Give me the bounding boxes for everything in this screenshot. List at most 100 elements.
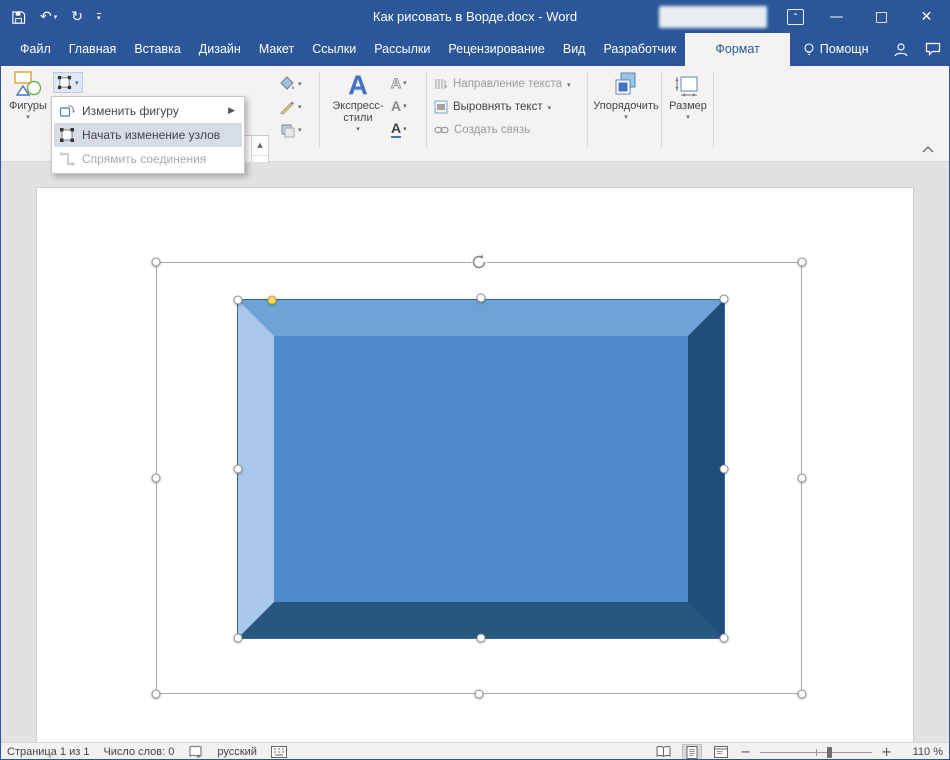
align-text-button[interactable]: Выровнять текст ▾ bbox=[434, 97, 551, 117]
tab-format[interactable]: Формат bbox=[685, 33, 790, 66]
document-area bbox=[1, 162, 949, 742]
tab-review[interactable]: Рецензирование bbox=[439, 33, 554, 66]
account-icon[interactable] bbox=[893, 42, 909, 58]
dropdown-arrow-icon: ▾ bbox=[567, 80, 571, 89]
rotate-handle-icon[interactable] bbox=[470, 253, 488, 271]
customize-qat-icon: ▾ bbox=[96, 13, 101, 22]
dropdown-arrow-icon: ▾ bbox=[298, 126, 302, 134]
zoom-slider[interactable] bbox=[760, 746, 873, 759]
tab-references[interactable]: Ссылки bbox=[303, 33, 365, 66]
text-outline-button[interactable]: А ▾ bbox=[391, 95, 407, 116]
zoom-slider-midpoint bbox=[816, 748, 818, 756]
shape-handle-n[interactable] bbox=[476, 293, 486, 303]
tab-design[interactable]: Дизайн bbox=[190, 33, 250, 66]
collapse-ribbon-button[interactable] bbox=[921, 144, 935, 154]
page-indicator[interactable]: Страница 1 из 1 bbox=[7, 746, 89, 758]
keyboard-icon bbox=[270, 746, 287, 758]
web-layout-button[interactable] bbox=[711, 744, 731, 760]
undo-button[interactable]: ↶ ▾ bbox=[40, 9, 57, 25]
text-effects-button[interactable]: А ▾ bbox=[391, 118, 407, 139]
create-link-label: Создать связь bbox=[454, 124, 531, 136]
tell-me-box[interactable]: Помощн bbox=[794, 33, 878, 66]
redo-button[interactable]: ↻ bbox=[71, 9, 83, 25]
shape-effects-icon bbox=[281, 124, 295, 137]
shape-fill-button[interactable]: ▾ bbox=[279, 73, 302, 94]
menu-item-change-shape[interactable]: Изменить фигуру ▶ bbox=[54, 99, 242, 123]
selection-handle-sw[interactable] bbox=[151, 689, 161, 699]
tab-file[interactable]: Файл bbox=[11, 33, 60, 66]
selection-handle-nw[interactable] bbox=[151, 257, 161, 267]
print-layout-button[interactable] bbox=[682, 743, 703, 759]
customize-qat-button[interactable]: ▾ bbox=[96, 13, 101, 22]
group-separator bbox=[713, 72, 714, 148]
align-text-icon bbox=[434, 100, 448, 114]
text-direction-button[interactable]: Направление текста ▾ bbox=[434, 74, 571, 94]
keyboard-indicator[interactable] bbox=[270, 746, 287, 758]
wordart-letter-icon: А bbox=[348, 70, 368, 100]
titlebar: ↶ ▾ ↻ ▾ Как рисовать в Ворде.docx - Word … bbox=[1, 1, 949, 33]
window-title: Как рисовать в Ворде.docx - Word bbox=[372, 9, 578, 24]
shape-adjust-handle[interactable] bbox=[267, 295, 277, 305]
create-link-button[interactable]: Создать связь bbox=[434, 120, 530, 140]
word-count[interactable]: Число слов: 0 bbox=[103, 746, 174, 758]
text-effects-icon: А bbox=[391, 119, 402, 138]
shape-handle-ne[interactable] bbox=[719, 294, 729, 304]
zoom-out-button[interactable]: − bbox=[740, 745, 751, 760]
menu-item-label: Изменить фигуру bbox=[82, 104, 179, 118]
tabrow-right-icons bbox=[893, 33, 941, 66]
tab-layout[interactable]: Макет bbox=[250, 33, 303, 66]
language-indicator[interactable]: русский bbox=[217, 746, 256, 758]
menu-item-label: Спрямить соединения bbox=[82, 152, 207, 166]
selection-handle-ne[interactable] bbox=[797, 257, 807, 267]
tab-insert[interactable]: Вставка bbox=[125, 33, 189, 66]
proofing-status[interactable] bbox=[188, 745, 203, 759]
zoom-slider-thumb[interactable] bbox=[827, 746, 833, 758]
size-label: Размер bbox=[669, 100, 707, 112]
shape-fill-icon bbox=[280, 75, 294, 90]
shape-handle-nw[interactable] bbox=[233, 295, 243, 305]
close-button[interactable]: ✕ bbox=[904, 1, 949, 33]
selection-handle-w[interactable] bbox=[151, 473, 161, 483]
bevel-shape[interactable] bbox=[237, 299, 725, 639]
tab-view[interactable]: Вид bbox=[554, 33, 595, 66]
size-button[interactable]: Размер ▾ bbox=[664, 71, 712, 121]
save-icon bbox=[12, 10, 26, 24]
shapes-button[interactable]: Фигуры ▾ bbox=[5, 71, 51, 121]
shape-effects-button[interactable]: ▾ bbox=[279, 119, 302, 140]
shape-handle-w[interactable] bbox=[233, 464, 243, 474]
selection-handle-e[interactable] bbox=[797, 473, 807, 483]
arrange-button[interactable]: Упорядочить ▾ bbox=[593, 71, 659, 121]
window-controls: — □ ✕ bbox=[814, 1, 949, 33]
comments-icon[interactable] bbox=[925, 42, 941, 57]
edit-shape-button[interactable]: ▾ bbox=[53, 72, 83, 93]
selection-handle-s[interactable] bbox=[474, 689, 484, 699]
selection-handle-se[interactable] bbox=[797, 689, 807, 699]
read-mode-button[interactable] bbox=[653, 744, 673, 760]
dropdown-arrow-icon: ▾ bbox=[547, 103, 552, 112]
zoom-in-button[interactable]: + bbox=[881, 745, 892, 760]
shape-handle-e[interactable] bbox=[719, 464, 729, 474]
dropdown-arrow-icon: ▾ bbox=[403, 79, 407, 87]
zoom-level[interactable]: 110 % bbox=[901, 746, 943, 758]
text-fill-button[interactable]: А ▾ bbox=[390, 72, 407, 93]
shape-outline-button[interactable]: ▾ bbox=[279, 96, 302, 117]
gallery-scroll-up[interactable]: ▲ bbox=[252, 136, 268, 156]
save-button[interactable] bbox=[11, 10, 26, 25]
quick-styles-button[interactable]: А Экспресс- стили ▾ bbox=[329, 71, 387, 133]
dropdown-arrow-icon: ▾ bbox=[298, 103, 302, 111]
shape-handle-s[interactable] bbox=[476, 633, 486, 643]
read-mode-icon bbox=[656, 746, 671, 758]
ribbon-display-options-button[interactable]: ⌃ bbox=[787, 9, 804, 25]
minimize-button[interactable]: — bbox=[814, 1, 859, 33]
menu-item-edit-points[interactable]: Начать изменение узлов bbox=[54, 123, 242, 147]
dropdown-arrow-icon: ▾ bbox=[403, 125, 407, 133]
tab-home[interactable]: Главная bbox=[60, 33, 126, 66]
tab-developer[interactable]: Разработчик bbox=[594, 33, 685, 66]
text-fill-icon: А bbox=[390, 74, 402, 91]
tab-mailings[interactable]: Рассылки bbox=[365, 33, 439, 66]
shape-handle-sw[interactable] bbox=[233, 633, 243, 643]
dropdown-arrow-icon: ▾ bbox=[26, 113, 30, 121]
shape-handle-se[interactable] bbox=[719, 633, 729, 643]
maximize-button[interactable]: □ bbox=[859, 1, 904, 33]
lightbulb-icon bbox=[804, 42, 814, 55]
